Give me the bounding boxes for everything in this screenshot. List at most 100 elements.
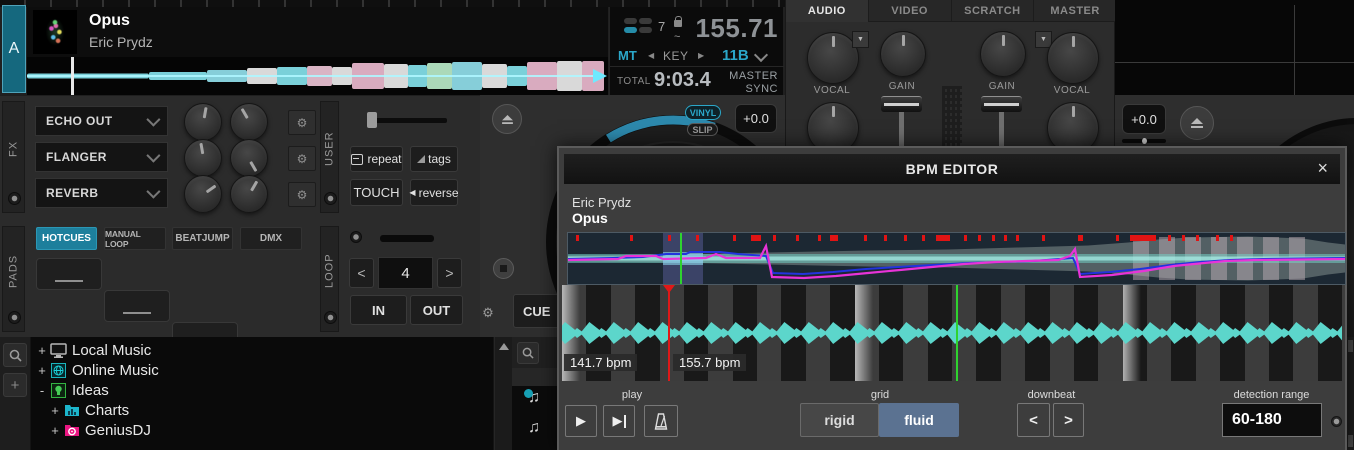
master-label[interactable]: MASTER xyxy=(720,70,778,82)
tags-button[interactable]: tags xyxy=(410,146,458,172)
bpm-value[interactable]: 155.71 xyxy=(688,13,778,44)
jog-settings-button[interactable]: ⚙ xyxy=(480,305,496,321)
vocal-fx-select-left[interactable]: ▼ xyxy=(852,31,869,48)
user-strip[interactable]: USER xyxy=(320,101,339,213)
fx-strip[interactable]: FX xyxy=(2,101,25,213)
volume-fader-right[interactable] xyxy=(981,96,1022,112)
key-value[interactable]: 11B xyxy=(722,47,749,64)
deck-b-pitch-display[interactable]: +0.0 xyxy=(1122,104,1166,134)
deck-b-eject-button[interactable] xyxy=(1180,106,1214,140)
loop-out-button[interactable]: OUT xyxy=(410,295,463,325)
fx-1-knob-1[interactable] xyxy=(184,103,222,141)
beat-marker-red-handle[interactable] xyxy=(663,285,675,293)
tree-item-local-music[interactable]: + Local Music xyxy=(31,340,151,360)
deck-a-pitch-display[interactable]: +0.0 xyxy=(735,104,777,133)
fx-slot-1-select[interactable]: ECHO OUT xyxy=(35,106,168,136)
downbeat-prev-button[interactable]: < xyxy=(1017,403,1050,437)
metronome-button[interactable] xyxy=(644,405,678,437)
expander[interactable]: + xyxy=(36,363,48,378)
loop-strip[interactable]: LOOP xyxy=(320,226,339,332)
mixer-tab-scratch[interactable]: SCRATCH xyxy=(952,0,1035,22)
tree-item-online-music[interactable]: + Online Music xyxy=(31,360,159,380)
fx-1-settings-button[interactable]: ⚙ xyxy=(288,110,316,135)
pads-strip[interactable]: PADS xyxy=(2,226,25,332)
key-next-icon[interactable]: ▶ xyxy=(698,51,704,60)
volume-fader-left[interactable] xyxy=(881,96,922,112)
pads-tab-manual-loop[interactable]: MANUAL LOOP xyxy=(104,227,166,250)
key-dropdown-icon[interactable] xyxy=(754,48,768,62)
fx-3-knob-2[interactable] xyxy=(230,175,268,213)
fx-3-knob-1[interactable] xyxy=(184,175,222,213)
detection-range-input[interactable]: 60-180 xyxy=(1222,403,1322,437)
fx-slot-3-select[interactable]: REVERB xyxy=(35,178,168,208)
downbeat-next-button[interactable]: > xyxy=(1053,403,1084,437)
loop-strip-dot[interactable] xyxy=(324,311,337,324)
close-icon[interactable]: × xyxy=(1317,158,1328,179)
touch-button[interactable]: TOUCH xyxy=(350,179,403,206)
mixer-tab-video[interactable]: VIDEO xyxy=(869,0,952,22)
slider-handle[interactable] xyxy=(367,112,377,128)
charts-icon xyxy=(63,403,80,418)
pads-tab-beatjump[interactable]: BEATJUMP xyxy=(172,227,233,250)
lock-icon[interactable] xyxy=(672,16,684,32)
detection-range-dot[interactable] xyxy=(1331,416,1342,427)
loop-double-button[interactable]: > xyxy=(437,258,462,288)
mt-toggle[interactable]: MT xyxy=(618,48,637,63)
pads-tab-hotcues[interactable]: HOTCUES xyxy=(36,227,97,250)
pad-button-2[interactable] xyxy=(104,290,170,322)
deck-a-tab[interactable]: A xyxy=(2,5,26,93)
sync-label[interactable]: SYNC xyxy=(720,83,778,95)
deck-a-eject-button[interactable] xyxy=(492,104,522,134)
tree-item-charts[interactable]: + Charts xyxy=(31,400,129,420)
fx-slot-2-select[interactable]: FLANGER xyxy=(35,142,168,172)
play-from-marker-button[interactable]: ▶ xyxy=(603,405,635,437)
pads-tab-dmx[interactable]: DMX xyxy=(240,227,302,250)
browser-add-button[interactable]: + xyxy=(3,373,27,397)
expander[interactable]: + xyxy=(36,343,48,358)
deck-b-pitch-slider[interactable] xyxy=(1122,139,1166,143)
browser-search-button[interactable] xyxy=(3,343,27,367)
vocal-knob-right[interactable] xyxy=(1047,32,1099,84)
expander[interactable]: + xyxy=(49,403,61,418)
user-strip-dot[interactable] xyxy=(324,192,337,205)
fx-3-settings-button[interactable]: ⚙ xyxy=(288,182,316,207)
slip-toggle[interactable]: SLIP xyxy=(687,123,718,136)
loop-mode-dot[interactable] xyxy=(350,231,362,243)
grid-fluid-button[interactable]: fluid xyxy=(879,403,959,437)
fx-strip-dot[interactable] xyxy=(8,192,21,205)
album-art[interactable] xyxy=(33,10,77,54)
gain-knob-right[interactable] xyxy=(980,31,1026,77)
fx-1-knob-2[interactable] xyxy=(230,103,268,141)
reverse-button[interactable]: ◀ reverse xyxy=(410,179,458,206)
repeat-button[interactable]: repeat xyxy=(350,146,403,172)
grid-rigid-button[interactable]: rigid xyxy=(800,403,879,437)
mixer-tab-master[interactable]: MASTER xyxy=(1034,0,1116,22)
gain-knob-left[interactable] xyxy=(880,31,926,77)
loop-half-button[interactable]: < xyxy=(349,258,374,288)
fx-dry-wet-slider[interactable] xyxy=(373,118,447,123)
loop-length-bar[interactable] xyxy=(380,235,434,242)
deck-a-waveform[interactable] xyxy=(27,57,608,95)
play-button[interactable]: ▶ xyxy=(565,405,597,437)
expander[interactable]: + xyxy=(49,423,61,438)
tree-scrollbar[interactable] xyxy=(494,337,512,450)
loop-in-button[interactable]: IN xyxy=(350,295,407,325)
pads-strip-dot[interactable] xyxy=(8,311,21,324)
dialog-titlebar[interactable]: BPM EDITOR × xyxy=(564,154,1340,184)
file-search-button[interactable] xyxy=(517,342,539,364)
bpm-beatgrid-waveform[interactable]: 141.7 bpm 155.7 bpm xyxy=(562,285,1342,381)
tree-item-geniusdj[interactable]: + GeniusDJ xyxy=(31,420,151,440)
pad-button-1[interactable] xyxy=(36,258,102,290)
loop-size-display[interactable]: 4 xyxy=(378,257,433,289)
tree-item-ideas[interactable]: - Ideas xyxy=(31,380,109,400)
bpm-overview-waveform[interactable] xyxy=(567,232,1346,285)
key-prev-icon[interactable]: ◀ xyxy=(648,51,654,60)
expander[interactable]: - xyxy=(36,383,48,398)
mixer-tab-audio[interactable]: AUDIO xyxy=(786,0,869,22)
stop-button[interactable] xyxy=(493,258,514,279)
vinyl-toggle[interactable]: VINYL xyxy=(685,105,721,120)
beat-marker-red[interactable] xyxy=(668,285,670,381)
fx-2-knob-2[interactable] xyxy=(230,139,268,177)
scroll-up-button[interactable] xyxy=(496,339,511,354)
fx-2-settings-button[interactable]: ⚙ xyxy=(288,146,316,171)
